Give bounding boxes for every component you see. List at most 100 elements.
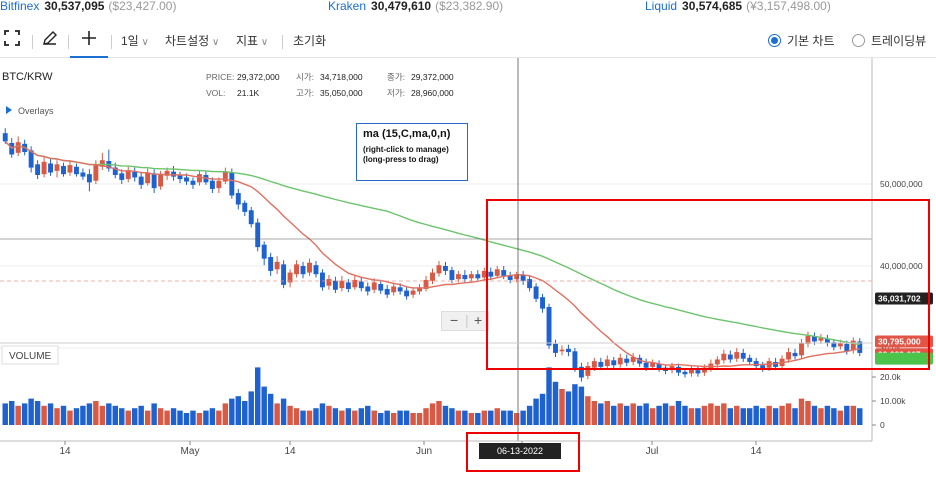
candle-body bbox=[294, 264, 300, 275]
candle-body bbox=[158, 174, 164, 187]
candle-body bbox=[371, 282, 377, 290]
volume-bar bbox=[339, 410, 345, 425]
volume-bar bbox=[727, 408, 734, 425]
tradingview-radio[interactable] bbox=[852, 34, 865, 47]
volume-bar bbox=[695, 408, 701, 425]
volume-tick-label: 10.00k bbox=[880, 396, 906, 406]
volume-bar bbox=[675, 401, 682, 425]
volume-bar bbox=[857, 408, 863, 425]
volume-bar bbox=[785, 403, 792, 425]
volume-bar bbox=[60, 405, 67, 425]
price-tick-label: 50,000,000 bbox=[880, 179, 923, 189]
candle-body bbox=[307, 262, 312, 273]
candle-body bbox=[67, 165, 73, 173]
volume-bar bbox=[138, 405, 144, 425]
candle-body bbox=[48, 163, 54, 173]
candle-body bbox=[184, 177, 189, 182]
volume-bar bbox=[455, 410, 462, 425]
volume-bar bbox=[623, 405, 630, 425]
volume-bar bbox=[274, 403, 280, 425]
indicator-tooltip[interactable]: ma (15,C,ma,0,n) (right-click to manage)… bbox=[356, 123, 468, 181]
candle-body bbox=[41, 161, 47, 175]
tradingview-label[interactable]: 트레이딩뷰 bbox=[871, 32, 926, 49]
volume-bar bbox=[578, 386, 585, 425]
volume-bar bbox=[746, 408, 753, 425]
play-icon[interactable] bbox=[6, 106, 12, 114]
exchange-name: Bitfinex bbox=[0, 0, 40, 13]
volume-bar bbox=[565, 391, 572, 425]
volume-bar bbox=[21, 403, 28, 425]
volume-bar bbox=[740, 408, 746, 425]
volume-bar bbox=[326, 405, 332, 425]
candle-body bbox=[319, 272, 325, 288]
volume-bar bbox=[209, 408, 216, 425]
toolbar-divider bbox=[68, 35, 69, 49]
volume-bar bbox=[598, 403, 604, 425]
draw-pencil-icon[interactable] bbox=[42, 30, 58, 49]
volume-bar bbox=[714, 405, 721, 425]
exchange-ticker-liquid[interactable]: Liquid 30,574,685 (¥3,157,498.00) bbox=[645, 0, 831, 14]
volume-tick-label: 20.0k bbox=[880, 372, 902, 382]
candle-body bbox=[86, 174, 92, 183]
candle-body bbox=[313, 265, 319, 275]
volume-bar bbox=[365, 405, 371, 425]
legend-high-label: 고가: bbox=[296, 88, 314, 98]
volume-bar bbox=[708, 403, 714, 425]
volume-bar bbox=[488, 410, 494, 425]
candle-body bbox=[345, 282, 351, 289]
volume-bar bbox=[753, 405, 759, 425]
volume-bar bbox=[300, 410, 306, 425]
volume-bar bbox=[513, 413, 520, 425]
basic-chart-radio[interactable] bbox=[768, 34, 781, 47]
exchange-ticker-kraken[interactable]: Kraken 30,479,610 ($23,382.90) bbox=[328, 0, 503, 14]
candle-body bbox=[209, 180, 215, 189]
volume-bar bbox=[669, 405, 675, 425]
volume-bar bbox=[844, 405, 850, 425]
volume-bar bbox=[196, 413, 203, 425]
candle-body bbox=[235, 193, 241, 205]
overlays-toggle[interactable]: Overlays bbox=[18, 106, 54, 116]
crosshair-plus-icon[interactable] bbox=[80, 29, 98, 50]
indicators-dropdown[interactable]: 지표 ∨ bbox=[236, 32, 268, 49]
zoom-out-button[interactable]: − bbox=[450, 312, 458, 328]
volume-bar bbox=[54, 408, 60, 425]
candle-body bbox=[216, 180, 222, 189]
chevron-down-icon: ∨ bbox=[138, 37, 149, 48]
highlight-box-recent-range bbox=[486, 199, 930, 370]
volume-bar bbox=[73, 408, 80, 425]
fullscreen-icon[interactable] bbox=[4, 30, 20, 49]
volume-bar bbox=[423, 408, 429, 425]
volume-bar bbox=[850, 405, 857, 425]
volume-bar bbox=[526, 405, 533, 425]
exchange-ticker-bar: Bitfinex 30,537,095 ($23,427.00) Kraken 30,… bbox=[0, 0, 936, 18]
volume-bar bbox=[468, 413, 475, 425]
candle-body bbox=[2, 133, 8, 142]
basic-chart-label[interactable]: 기본 차트 bbox=[787, 32, 835, 49]
volume-bar bbox=[112, 405, 119, 425]
candle-body bbox=[455, 274, 461, 280]
interval-dropdown[interactable]: 1일 ∨ bbox=[121, 32, 149, 49]
exchange-price: 30,479,610 bbox=[371, 0, 432, 13]
candle-body bbox=[326, 279, 332, 286]
volume-bar bbox=[837, 410, 844, 425]
volume-bar bbox=[229, 398, 235, 425]
candle-body bbox=[35, 164, 41, 175]
chart-settings-dropdown[interactable]: 차트설정 ∨ bbox=[165, 32, 219, 49]
volume-bar bbox=[397, 410, 403, 425]
candle-body bbox=[119, 173, 125, 180]
volume-bar bbox=[805, 401, 811, 425]
volume-bar bbox=[546, 367, 552, 425]
zoom-in-button[interactable]: + bbox=[474, 312, 482, 328]
exchange-jpy-price: (¥3,157,498.00) bbox=[746, 0, 831, 13]
toolbar-divider bbox=[111, 35, 112, 49]
volume-bar bbox=[429, 403, 436, 425]
exchange-ticker-bitfinex[interactable]: Bitfinex 30,537,095 ($23,427.00) bbox=[0, 0, 176, 14]
date-tick-label: May bbox=[181, 446, 200, 457]
reset-button[interactable]: 초기화 bbox=[293, 32, 326, 49]
volume-bar bbox=[734, 405, 740, 425]
app-root: { "exchanges": [ {"name": "Bitfinex", "p… bbox=[0, 0, 936, 477]
volume-bar bbox=[701, 405, 708, 425]
volume-bar bbox=[759, 408, 766, 425]
candle-body bbox=[145, 172, 151, 184]
legend-low-label: 저가: bbox=[387, 88, 405, 98]
